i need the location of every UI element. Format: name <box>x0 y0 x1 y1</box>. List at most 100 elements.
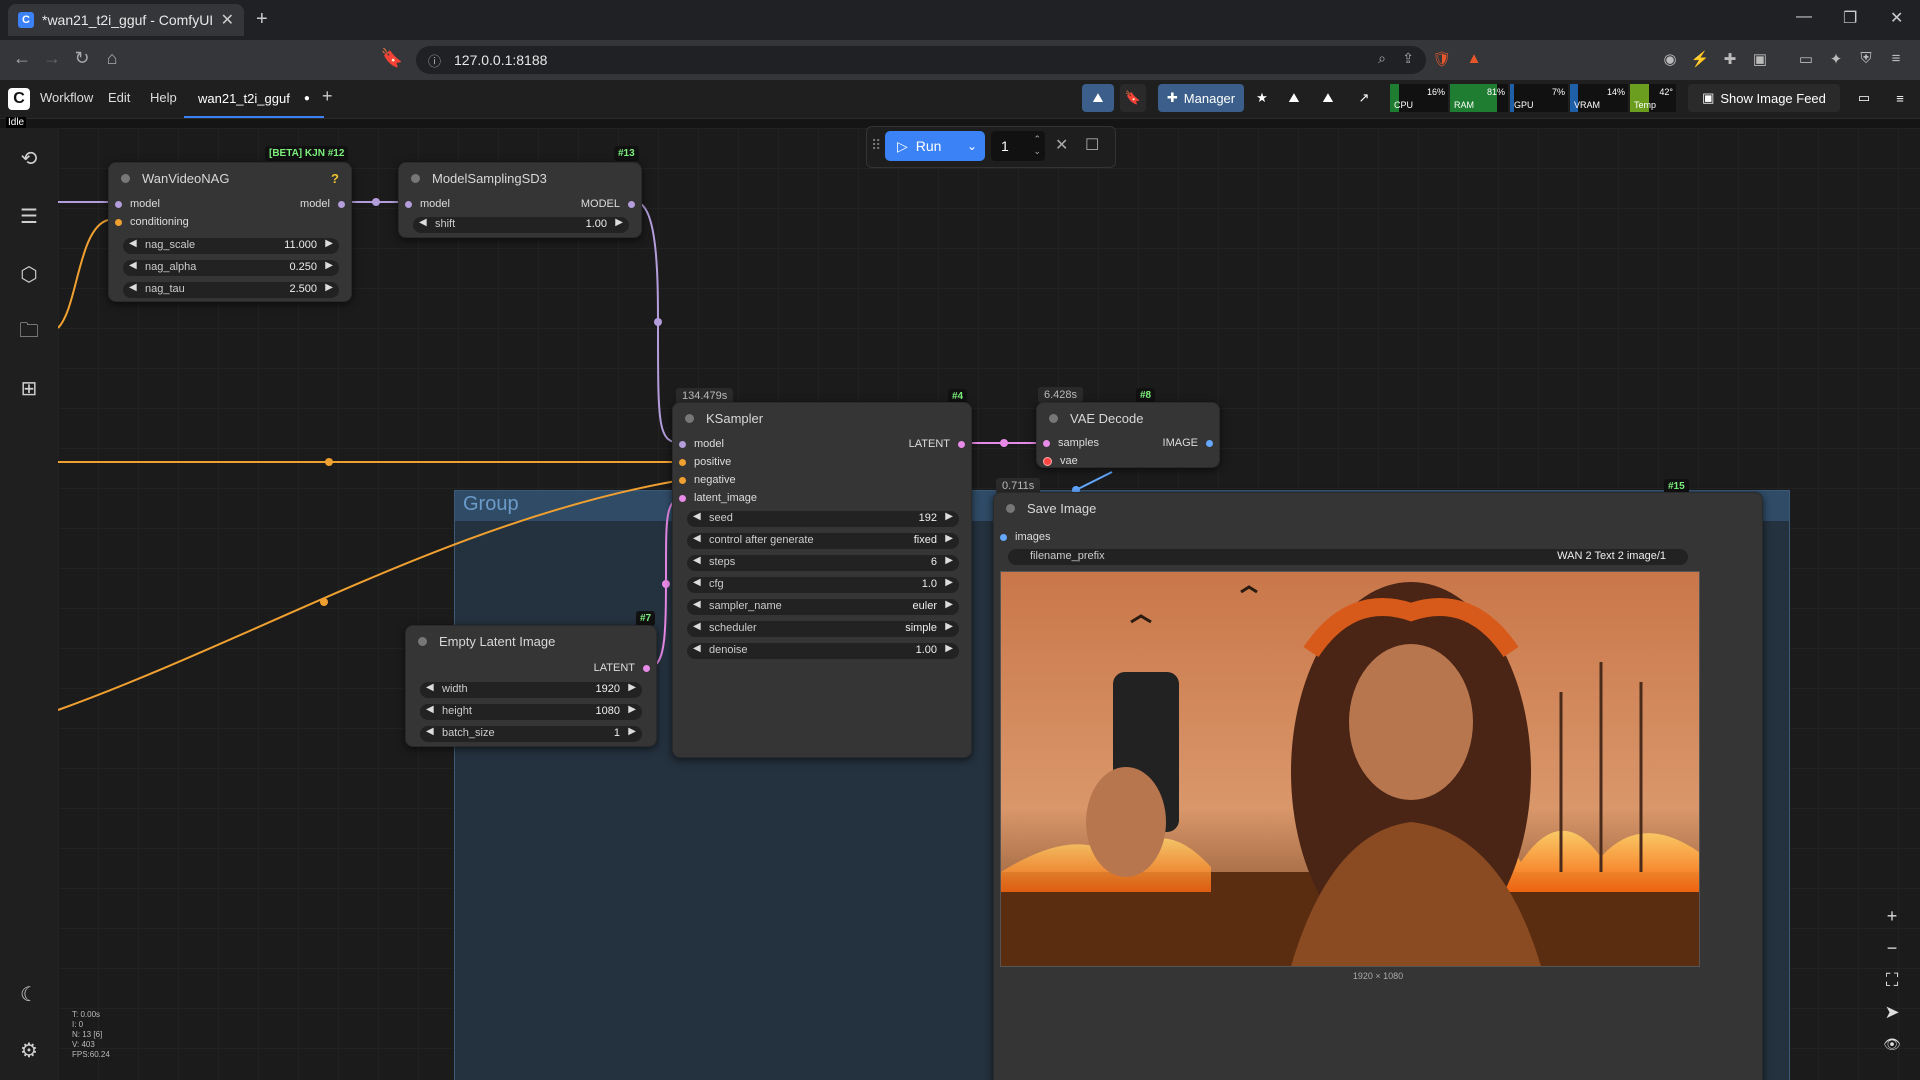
zoom-icon[interactable]: ⌕ <box>1378 50 1386 67</box>
manager-button[interactable]: ✚ Manager <box>1158 84 1244 112</box>
decrement-arrow-icon[interactable]: ◀ <box>426 682 434 693</box>
decrement-arrow-icon[interactable]: ◀ <box>426 726 434 737</box>
bookmark-icon[interactable]: 🔖 <box>1120 84 1146 112</box>
vpn-icon[interactable]: ⛨ <box>1856 50 1876 70</box>
decrement-arrow-icon[interactable]: ◀ <box>693 533 701 544</box>
cfg-widget[interactable]: ◀ cfg 1.0 ▶ <box>687 577 959 593</box>
steps-widget[interactable]: ◀ steps 6 ▶ <box>687 555 959 571</box>
ksampler-node[interactable]: KSampler model positive negative latent_… <box>672 402 972 758</box>
decrement-arrow-icon[interactable]: ◀ <box>426 704 434 715</box>
save-title-bar[interactable]: Save Image <box>994 493 1762 523</box>
nag-title-bar[interactable]: WanVideoNAG? <box>109 163 351 193</box>
increment-arrow-icon[interactable]: ▶ <box>945 577 953 588</box>
node-collapse-dot[interactable] <box>121 173 130 183</box>
menu-workflow[interactable]: Workflow <box>40 90 93 105</box>
site-info-icon[interactable]: ⓘ <box>428 51 441 70</box>
decrement-arrow-icon[interactable]: ◀ <box>129 260 137 271</box>
increment-arrow-icon[interactable]: ▶ <box>615 217 623 228</box>
decrement-arrow-icon[interactable]: ◀ <box>693 599 701 610</box>
zoom-out-icon[interactable]: − <box>1876 938 1908 968</box>
menu-help[interactable]: Help <box>150 90 177 105</box>
history-icon[interactable]: ⟲ <box>16 146 42 172</box>
increment-arrow-icon[interactable]: ▶ <box>945 621 953 632</box>
toggle-links-eye-icon[interactable]: 👁 <box>1876 1036 1908 1066</box>
modelsamplingsd3-node[interactable]: ModelSamplingSD3 model MODEL ◀ shift 1.00 ▶ <box>398 162 642 238</box>
denoise-widget[interactable]: ◀ denoise 1.00 ▶ <box>687 643 959 659</box>
empty-latent-image-node[interactable]: Empty Latent Image LATENT ◀ width 1920 ▶ ◀ h… <box>405 625 657 747</box>
node-library-icon[interactable]: ⊞ <box>16 376 42 402</box>
menu-edit[interactable]: Edit <box>108 90 130 105</box>
forward-icon[interactable]: → <box>40 48 64 69</box>
minimize-icon[interactable]: — <box>1796 8 1812 26</box>
panel-toggle-icon[interactable]: ▭ <box>1852 84 1876 112</box>
extension-icon-2[interactable]: ⚡ <box>1690 50 1710 70</box>
brave-shield-icon[interactable]: 🛡 <box>1432 50 1452 70</box>
tool-icon-1[interactable]: ⛰ <box>1282 84 1306 112</box>
ksampler-output-latent[interactable]: LATENT <box>909 438 965 450</box>
close-tab-icon[interactable]: ✕ <box>221 10 234 30</box>
wallet-icon[interactable]: ▭ <box>1796 50 1816 70</box>
run-button[interactable]: ▷ Run ⌄ <box>885 131 985 161</box>
drag-handle-icon[interactable]: ⠿ <box>871 137 881 154</box>
decrement-arrow-icon[interactable]: ◀ <box>129 238 137 249</box>
run-dropdown-chevron-icon[interactable]: ⌄ <box>967 139 977 153</box>
increment-arrow-icon[interactable]: ▶ <box>945 511 953 522</box>
node-collapse-dot[interactable] <box>1006 503 1015 513</box>
star-icon[interactable]: ★ <box>1250 84 1274 112</box>
increment-arrow-icon[interactable]: ▶ <box>325 282 333 293</box>
nag-input-model[interactable]: model <box>115 198 160 210</box>
vae-output-image[interactable]: IMAGE <box>1163 437 1213 449</box>
shift-widget[interactable]: ◀ shift 1.00 ▶ <box>413 217 629 233</box>
generated-image-preview[interactable] <box>1000 571 1700 967</box>
increment-arrow-icon[interactable]: ▶ <box>628 704 636 715</box>
ksampler-input-negative[interactable]: negative <box>679 474 736 486</box>
increment-arrow-icon[interactable]: ▶ <box>325 238 333 249</box>
save-image-node[interactable]: Save Image images filename_prefix WAN 2 T… <box>993 492 1763 1080</box>
extension-icon-1[interactable]: ◉ <box>1660 50 1680 70</box>
decrement-arrow-icon[interactable]: ◀ <box>693 621 701 632</box>
increment-arrow-icon[interactable]: ▶ <box>945 599 953 610</box>
decrement-arrow-icon[interactable]: ◀ <box>693 643 701 654</box>
latent-output[interactable]: LATENT <box>594 662 650 674</box>
queue-mode-button[interactable]: ⛰ <box>1082 84 1114 112</box>
increment-arrow-icon[interactable]: ▶ <box>945 555 953 566</box>
latent-title-bar[interactable]: Empty Latent Image <box>406 626 656 656</box>
wanvideonag-node[interactable]: WanVideoNAG? model conditioning model ◀ n… <box>108 162 352 302</box>
model-library-icon[interactable]: ⬡ <box>16 262 42 288</box>
save-input-images[interactable]: images <box>1000 531 1050 543</box>
sampler-name-widget[interactable]: ◀ sampler_name euler ▶ <box>687 599 959 615</box>
stepper-icon[interactable]: ⌃ ⌄ <box>1033 133 1041 157</box>
vae-title-bar[interactable]: VAE Decode <box>1037 403 1219 433</box>
nag-tau-widget[interactable]: ◀ nag_tau 2.500 ▶ <box>123 282 339 298</box>
comfy-logo-icon[interactable]: C <box>8 88 30 110</box>
vae-input-samples[interactable]: samples <box>1043 437 1099 449</box>
home-icon[interactable]: ⌂ <box>100 48 124 69</box>
vae-input-vae[interactable]: vae <box>1043 455 1078 467</box>
browser-tab[interactable]: C *wan21_t2i_gguf - ComfyUI ✕ <box>8 4 244 36</box>
increment-arrow-icon[interactable]: ▶ <box>628 682 636 693</box>
ksampler-title-bar[interactable]: KSampler <box>673 403 971 433</box>
nag-scale-widget[interactable]: ◀ nag_scale 11.000 ▶ <box>123 238 339 254</box>
batch-size-widget[interactable]: ◀ batch_size 1 ▶ <box>420 726 642 742</box>
cancel-icon[interactable]: ✕ <box>1055 135 1068 155</box>
workflow-tab[interactable]: wan21_t2i_gguf ● <box>184 80 324 118</box>
hamburger-menu-icon[interactable]: ≡ <box>1888 84 1912 112</box>
batch-count-input[interactable]: 1 ⌃ ⌄ <box>991 131 1045 161</box>
tool-icon-2[interactable]: ⛰ <box>1316 84 1340 112</box>
workflows-folder-icon[interactable]: 🗀 <box>16 318 42 344</box>
queue-icon[interactable]: ☰ <box>16 204 42 230</box>
restore-icon[interactable]: ❐ <box>1843 8 1857 28</box>
settings-gear-icon[interactable]: ⚙ <box>16 1038 42 1064</box>
filename-prefix-widget[interactable]: filename_prefix WAN 2 Text 2 image/1 <box>1008 549 1688 565</box>
reload-icon[interactable]: ↻ <box>70 48 94 69</box>
node-collapse-dot[interactable] <box>418 636 427 646</box>
share-arrow-icon[interactable]: ↗ <box>1352 84 1376 112</box>
browser-menu-icon[interactable]: ≡ <box>1886 50 1906 70</box>
extensions-icon[interactable]: ✚ <box>1720 50 1740 70</box>
increment-arrow-icon[interactable]: ▶ <box>945 643 953 654</box>
msd3-input-model[interactable]: model <box>405 198 450 210</box>
scheduler-widget[interactable]: ◀ scheduler simple ▶ <box>687 621 959 637</box>
node-canvas[interactable]: Group [BETA] KJN #12 WanVideoNAG? model … <box>58 128 1920 1080</box>
seed-widget[interactable]: ◀ seed 192 ▶ <box>687 511 959 527</box>
increment-arrow-icon[interactable]: ▶ <box>325 260 333 271</box>
